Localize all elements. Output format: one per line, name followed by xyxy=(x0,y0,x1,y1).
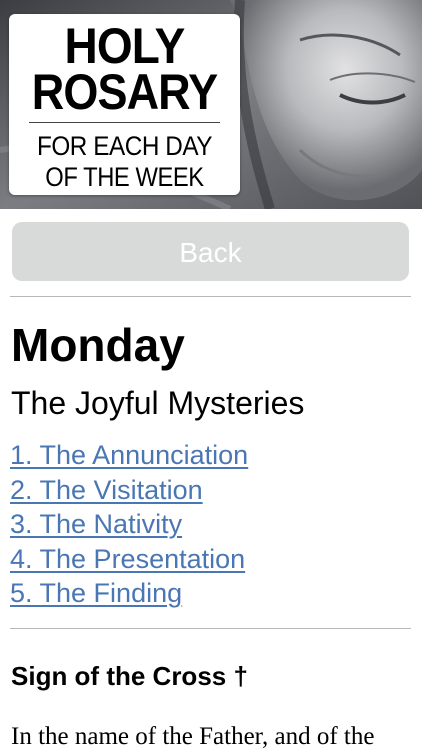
mystery-link-presentation[interactable]: 4. The Presentation xyxy=(10,542,248,577)
list-item: 3. The Nativity xyxy=(10,507,248,542)
back-button[interactable]: Back xyxy=(12,222,409,281)
mysteries-list: 1. The Annunciation 2. The Visitation 3.… xyxy=(10,438,248,611)
mystery-link-annunciation[interactable]: 1. The Annunciation xyxy=(10,438,248,473)
app-title-holy: HOLY xyxy=(64,18,186,74)
header-image: HOLY ROSARY FOR EACH DAY OF THE WEEK xyxy=(0,0,422,209)
mystery-link-nativity[interactable]: 3. The Nativity xyxy=(10,507,248,542)
divider-bottom xyxy=(10,628,411,629)
day-title: Monday xyxy=(11,319,185,371)
mystery-link-finding[interactable]: 5. The Finding xyxy=(10,576,248,611)
list-item: 1. The Annunciation xyxy=(10,438,248,473)
mystery-link-visitation[interactable]: 2. The Visitation xyxy=(10,473,248,508)
list-item: 4. The Presentation xyxy=(10,542,248,577)
app-title-card: HOLY ROSARY FOR EACH DAY OF THE WEEK xyxy=(9,14,240,195)
sign-of-cross-heading: Sign of the Cross † xyxy=(11,661,248,691)
app-subtitle-line1: FOR EACH DAY xyxy=(36,131,213,161)
list-item: 2. The Visitation xyxy=(10,473,248,508)
prayer-text: In the name of the Father, and of the xyxy=(11,723,375,750)
app-subtitle-line2: OF THE WEEK xyxy=(45,162,204,192)
title-divider xyxy=(29,122,220,123)
app-title-rosary: ROSARY xyxy=(31,64,218,120)
mysteries-title: The Joyful Mysteries xyxy=(11,385,305,421)
divider-top xyxy=(10,296,411,297)
list-item: 5. The Finding xyxy=(10,576,248,611)
